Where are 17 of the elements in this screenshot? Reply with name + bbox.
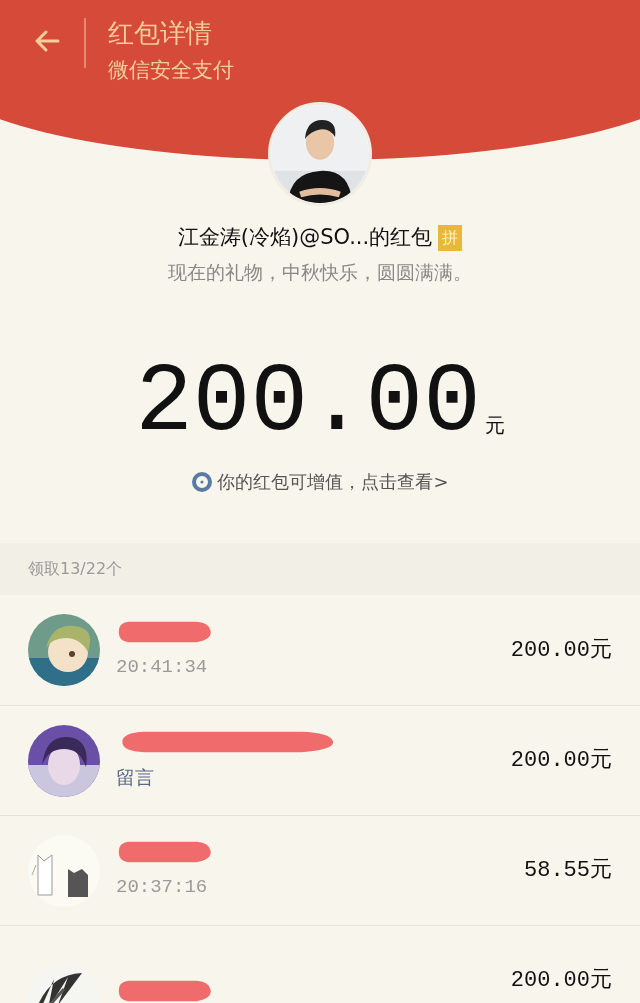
message-text: 留言 [116,765,155,791]
greeting-text: 现在的礼物，中秋快乐，圆圆满满。 [167,259,473,285]
coin-icon [191,470,214,493]
claim-time: 20:41:34 [116,654,209,680]
amount-value: 200.00 [135,356,481,452]
claim-amount: 58.55元 [524,857,612,885]
claim-count: 领取13/22个 [28,558,124,580]
claim-amount: 200.00元 [510,636,612,665]
value-link[interactable]: 你的红包可增值，点击查看> [217,468,449,495]
sender-name: 江金涛(冷焰)@SO...的红包 [177,224,433,251]
page-subtitle: 微信安全支付 [108,57,234,85]
claim-amount: 200.00元 [510,967,612,995]
claim-amount: 200.00元 [510,747,612,775]
page-title: 红包详情 [108,18,213,50]
amount-unit: 元 [484,412,505,439]
claim-time: 20:37:16 [116,875,209,901]
pin-badge: 拼 [438,224,463,251]
